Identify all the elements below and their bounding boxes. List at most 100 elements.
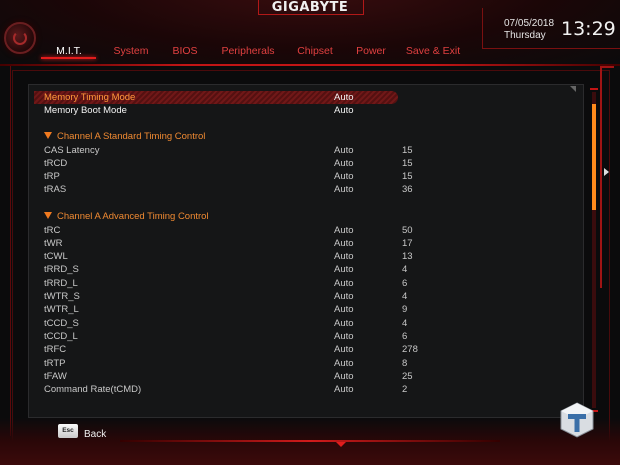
setting-value: 15 xyxy=(402,171,413,182)
setting-label: Memory Timing Mode xyxy=(44,92,136,103)
setting-value: 4 xyxy=(402,318,408,329)
setting-label: tWR xyxy=(44,238,63,249)
setting-label: tCCD_S xyxy=(44,318,79,329)
setting-row[interactable]: tCCD_S Auto 4 xyxy=(0,317,620,330)
setting-row[interactable]: tRCD Auto 15 xyxy=(0,157,620,170)
scrollbar-cap-top xyxy=(590,88,598,90)
active-tab-indicator xyxy=(41,57,96,59)
setting-value: 17 xyxy=(402,238,413,249)
setting-label: tWTR_L xyxy=(44,304,79,315)
setting-row[interactable]: tFAW Auto 25 xyxy=(0,370,620,383)
footer-triangle-icon xyxy=(336,442,346,447)
date-display: 07/05/2018 Thursday xyxy=(504,18,554,42)
setting-value: 6 xyxy=(402,331,408,342)
setting-value: 50 xyxy=(402,225,413,236)
setting-value: 6 xyxy=(402,278,408,289)
setting-row[interactable]: Command Rate(tCMD) Auto 2 xyxy=(0,383,620,396)
setting-mode[interactable]: Auto xyxy=(334,330,354,343)
setting-mode[interactable]: Auto xyxy=(334,144,354,157)
setting-row-memory-boot-mode[interactable]: Memory Boot Mode Auto xyxy=(0,104,620,117)
setting-row[interactable]: tRAS Auto 36 xyxy=(0,183,620,196)
setting-mode[interactable]: Auto xyxy=(334,224,354,237)
setting-row[interactable]: tWR Auto 17 xyxy=(0,237,620,250)
setting-value: 15 xyxy=(402,158,413,169)
setting-row[interactable]: tRC Auto 50 xyxy=(0,224,620,237)
setting-row[interactable]: tCWL Auto 13 xyxy=(0,250,620,263)
setting-mode[interactable]: Auto xyxy=(334,317,354,330)
setting-label: tCWL xyxy=(44,251,68,262)
setting-row[interactable]: tRFC Auto 278 xyxy=(0,343,620,356)
setting-mode[interactable]: Auto xyxy=(334,250,354,263)
setting-value: 2 xyxy=(402,384,408,395)
collapse-triangle-icon xyxy=(44,132,52,139)
tab-save-exit[interactable]: Save & Exit xyxy=(400,44,466,60)
setting-value: 9 xyxy=(402,304,408,315)
setting-value: 36 xyxy=(402,184,413,195)
section-title: Channel A Advanced Timing Control xyxy=(57,211,209,222)
setting-mode[interactable]: Auto xyxy=(334,263,354,276)
setting-label: tRC xyxy=(44,225,61,236)
setting-mode[interactable]: Auto xyxy=(334,357,354,370)
tweaktown-logo-icon xyxy=(560,402,594,438)
tab-chipset[interactable]: Chipset xyxy=(288,44,342,60)
setting-row[interactable]: tWTR_S Auto 4 xyxy=(0,290,620,303)
setting-row[interactable]: tRTP Auto 8 xyxy=(0,357,620,370)
setting-mode[interactable]: Auto xyxy=(334,91,354,104)
footer-divider xyxy=(120,440,500,442)
setting-value: 278 xyxy=(402,344,418,355)
setting-mode[interactable]: Auto xyxy=(334,343,354,356)
date-text: 07/05/2018 xyxy=(504,18,555,29)
setting-label: tRCD xyxy=(44,158,68,169)
back-button[interactable]: Back xyxy=(84,429,106,440)
setting-value: 8 xyxy=(402,358,408,369)
scrollbar-thumb[interactable] xyxy=(592,104,596,210)
clock-time[interactable]: 13:29 xyxy=(561,18,616,40)
setting-value: 4 xyxy=(402,291,408,302)
setting-value: 25 xyxy=(402,371,413,382)
setting-mode[interactable]: Auto xyxy=(334,290,354,303)
setting-label: Command Rate(tCMD) xyxy=(44,384,142,395)
setting-mode[interactable]: Auto xyxy=(334,104,354,117)
header-divider xyxy=(0,64,620,66)
setting-label: Memory Boot Mode xyxy=(44,105,127,116)
setting-row[interactable]: CAS Latency Auto 15 xyxy=(0,144,620,157)
gigabyte-disc-icon xyxy=(4,22,36,54)
setting-row[interactable]: tRRD_L Auto 6 xyxy=(0,277,620,290)
section-header-standard-timing[interactable]: Channel A Standard Timing Control xyxy=(44,130,205,143)
setting-label: tCCD_L xyxy=(44,331,78,342)
setting-mode[interactable]: Auto xyxy=(334,383,354,396)
setting-label: CAS Latency xyxy=(44,145,100,156)
setting-row-memory-timing-mode[interactable]: Memory Timing Mode Auto xyxy=(0,91,620,104)
setting-label: tFAW xyxy=(44,371,67,382)
setting-mode[interactable]: Auto xyxy=(334,237,354,250)
setting-mode[interactable]: Auto xyxy=(334,170,354,183)
tab-bios[interactable]: BIOS xyxy=(162,44,208,60)
weekday-text: Thursday xyxy=(504,30,546,41)
tab-system[interactable]: System xyxy=(100,44,162,60)
setting-value: 4 xyxy=(402,264,408,275)
collapse-triangle-icon xyxy=(44,212,52,219)
setting-label: tRP xyxy=(44,171,60,182)
esc-key-icon[interactable]: Esc xyxy=(58,424,78,438)
section-title: Channel A Standard Timing Control xyxy=(57,131,206,142)
setting-mode[interactable]: Auto xyxy=(334,370,354,383)
setting-row[interactable]: tCCD_L Auto 6 xyxy=(0,330,620,343)
setting-mode[interactable]: Auto xyxy=(334,157,354,170)
setting-mode[interactable]: Auto xyxy=(334,303,354,316)
tab-peripherals[interactable]: Peripherals xyxy=(208,44,288,60)
setting-row[interactable]: tRP Auto 15 xyxy=(0,170,620,183)
section-header-advanced-timing[interactable]: Channel A Advanced Timing Control xyxy=(44,210,209,223)
setting-value: 13 xyxy=(402,251,413,262)
setting-row[interactable]: tRRD_S Auto 4 xyxy=(0,263,620,276)
setting-label: tRRD_S xyxy=(44,264,79,275)
setting-mode[interactable]: Auto xyxy=(334,277,354,290)
tab-power[interactable]: Power xyxy=(342,44,400,60)
setting-mode[interactable]: Auto xyxy=(334,183,354,196)
setting-label: tRAS xyxy=(44,184,67,195)
setting-label: tRFC xyxy=(44,344,67,355)
main-tabs: M.I.T. System BIOS Peripherals Chipset P… xyxy=(38,44,466,60)
setting-value: 15 xyxy=(402,145,413,156)
setting-label: tRRD_L xyxy=(44,278,78,289)
setting-row[interactable]: tWTR_L Auto 9 xyxy=(0,303,620,316)
setting-label: tRTP xyxy=(44,358,66,369)
